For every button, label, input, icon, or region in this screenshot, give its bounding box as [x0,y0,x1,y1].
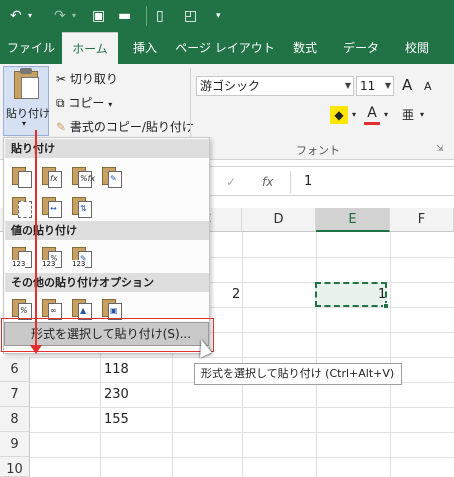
font-size-select[interactable]: 11 ▼ [356,76,394,96]
cut-button[interactable]: ✂ 切り取り [56,70,118,87]
phonetic-icon[interactable]: 亜 [402,106,414,124]
paste-label: 貼り付け [6,107,50,120]
shrink-font-button[interactable]: A [424,78,432,96]
tab-formulas[interactable]: 数式 [278,32,332,64]
gridline [30,432,454,433]
paste-values-icon[interactable]: 123 [10,244,36,270]
paintbrush-icon: ✎ [56,120,70,134]
shrink-font-icon: A [424,80,432,93]
tab-data[interactable]: データ [332,32,390,64]
gridline [242,232,243,477]
fill-color-icon[interactable]: ◆ [330,106,348,124]
copy-label: コピー [68,96,105,110]
paste-formulas-number-format-icon[interactable]: %fx [70,164,96,190]
paste-transpose-icon[interactable]: ⇅ [70,194,96,220]
new-doc-icon[interactable]: ▯ [156,6,164,26]
column-header-d[interactable]: D [242,208,316,232]
paste-keep-source-format-icon[interactable]: ✎ [100,164,126,190]
gridline [30,457,454,458]
tab-file[interactable]: ファイル [0,32,62,64]
open-folder-icon[interactable]: ▬ [118,6,131,26]
row-header-10[interactable]: 10 [0,457,30,477]
paste-keep-column-widths-icon[interactable]: ↔ [40,194,66,220]
print-preview-icon[interactable]: ◰ [184,6,197,26]
chevron-down-icon: ▾ [108,100,113,109]
paste-formulas-icon[interactable]: fx [40,164,66,190]
chevron-down-icon: ▾ [22,119,27,128]
cell-c7[interactable]: 230 [104,382,129,407]
row-header-9[interactable]: 9 [0,432,30,457]
clip-icon [20,68,32,74]
column-header-e[interactable]: E [316,208,390,232]
chevron-down-icon[interactable]: ▾ [384,106,388,124]
tab-home[interactable]: ホーム [62,32,118,64]
annotation-arrow-line [35,130,37,345]
chevron-down-icon[interactable]: ▾ [352,106,356,124]
values-badge: 123 [72,260,86,269]
cell-c6[interactable]: 118 [104,357,129,382]
paste-button[interactable]: 貼り付け ▾ [3,66,50,136]
formula-input[interactable]: 1 [304,167,312,197]
enter-icon[interactable]: ✓ [226,167,236,197]
chevron-down-icon[interactable]: ▾ [28,6,32,26]
copied-cell-e[interactable] [315,282,387,307]
redo-icon[interactable]: ↷ [54,6,66,26]
format-painter-label: 書式のコピー/貼り付け [69,120,194,134]
tab-page-layout[interactable]: ページ レイアウト [172,32,278,64]
save-icon[interactable]: ▣ [92,6,105,26]
grow-font-button[interactable]: A [402,76,412,94]
row-header-7[interactable]: 7 [0,382,30,407]
format-painter-button[interactable]: ✎ 書式のコピー/貼り付け [56,118,194,135]
paper-icon [21,77,39,99]
values-badge: 123 [42,260,56,269]
annotation-arrowhead-icon [30,345,42,354]
font-name-value: 游ゴシック [200,79,261,93]
separator [146,6,147,26]
insert-function-button[interactable]: fx [262,167,273,197]
grow-font-icon: A [402,76,413,94]
tooltip: 形式を選択して貼り付け (Ctrl+Alt+V) [194,363,402,385]
chevron-down-icon[interactable]: ▾ [420,106,424,124]
cell-d-value[interactable]: 2 [232,282,240,307]
tab-insert[interactable]: 挿入 [118,32,172,64]
paste-values-number-format-icon[interactable]: % 123 [40,244,66,270]
cell-c8[interactable]: 155 [104,407,129,432]
font-group-label: フォント [296,144,340,157]
row-header-8[interactable]: 8 [0,407,30,432]
separator [290,171,291,193]
tab-review[interactable]: 校閲 [390,32,444,64]
font-color-icon[interactable]: A [364,104,380,125]
paste-no-borders-icon[interactable] [10,194,36,220]
gridline [316,232,317,477]
gridline [30,407,454,408]
dialog-launcher-icon[interactable]: ⇲ [436,144,444,154]
ribbon-tabs: ファイル ホーム 挿入 ページ レイアウト 数式 データ 校閲 [0,32,454,64]
quick-access-toolbar: ↶ ▾ ↷ ▾ ▣ ▬ ▯ ◰ ▾ [0,0,454,32]
paste-values-source-format-icon[interactable]: ✎ 123 [70,244,96,270]
cut-label: 切り取り [69,72,118,86]
row-header-6[interactable]: 6 [0,357,30,382]
formula-bar: ✓ fx 1 [210,166,454,196]
gridline [30,357,454,358]
column-header-f[interactable]: F [390,208,454,232]
scissors-icon: ✂ [56,72,70,86]
cell-e-value[interactable]: 1 [378,282,386,307]
font-size-value: 11 [360,79,376,93]
gridline [390,232,391,477]
font-name-select[interactable]: 游ゴシック ▼ [196,76,354,96]
undo-icon[interactable]: ↶ [10,6,22,26]
customize-icon[interactable]: ▾ [216,6,221,26]
chevron-down-icon: ▼ [344,81,351,90]
chevron-down-icon: ▼ [384,81,391,90]
paste-icon[interactable] [10,164,36,190]
chevron-down-icon[interactable]: ▾ [72,6,76,26]
copy-icon: ⧉ [56,96,69,110]
values-badge: 123 [12,260,26,269]
copy-button[interactable]: ⧉ コピー ▾ [56,94,112,111]
